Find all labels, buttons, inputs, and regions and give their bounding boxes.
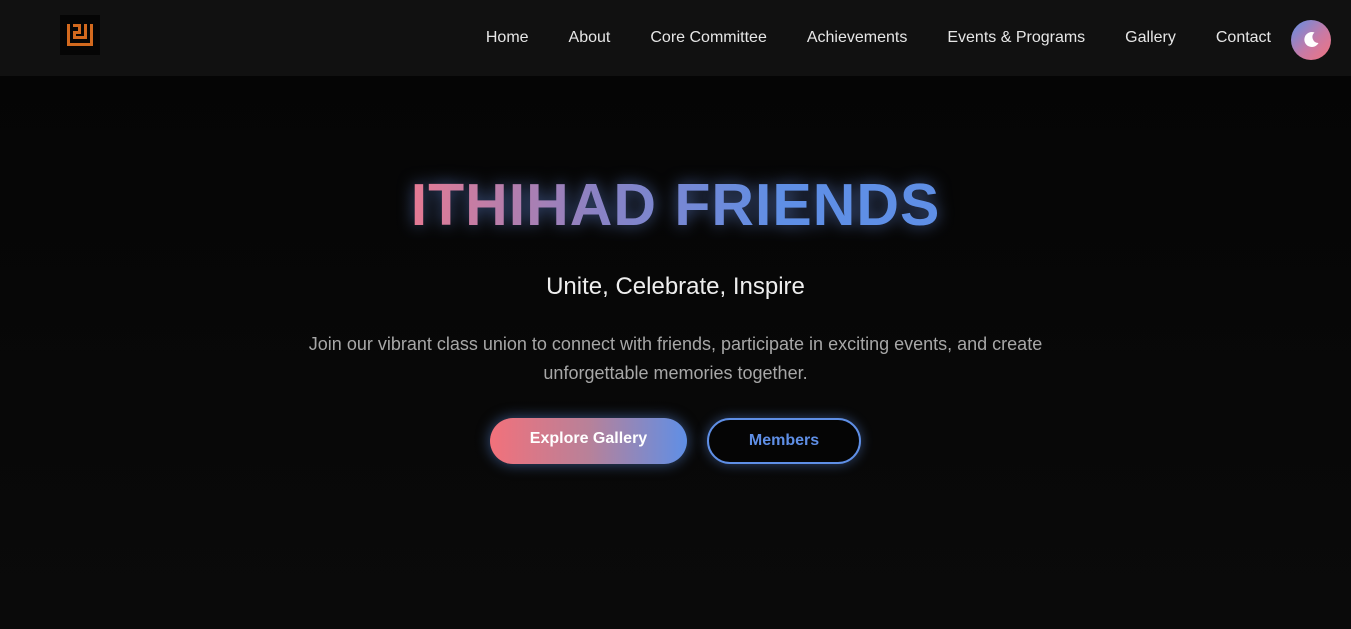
nav-item-about[interactable]: About — [569, 29, 611, 47]
logo[interactable] — [60, 15, 100, 55]
theme-toggle-button[interactable] — [1291, 20, 1331, 60]
nav-item-achievements[interactable]: Achievements — [807, 29, 908, 47]
nav-item-core-committee[interactable]: Core Committee — [650, 29, 766, 47]
hero-title-wrap: ITHIHAD FRIENDS — [0, 170, 1351, 240]
navbar: Home About Core Committee Achievements E… — [0, 0, 1351, 76]
nav-item-events-programs[interactable]: Events & Programs — [947, 29, 1085, 47]
nav-item-home[interactable]: Home — [486, 29, 529, 47]
nav-item-gallery[interactable]: Gallery — [1125, 29, 1176, 47]
hero-title: ITHIHAD FRIENDS — [410, 172, 941, 238]
nav-links: Home About Core Committee Achievements E… — [486, 0, 1271, 76]
hero-description: Join our vibrant class union to connect … — [308, 334, 1043, 383]
nav-item-contact[interactable]: Contact — [1216, 29, 1271, 47]
hero-button-row: Explore Gallery Members — [0, 418, 1351, 464]
members-button[interactable]: Members — [707, 418, 861, 464]
kufic-logo-icon — [67, 24, 93, 46]
explore-gallery-button[interactable]: Explore Gallery — [490, 418, 687, 464]
moon-icon — [1304, 32, 1319, 48]
hero-section: ITHIHAD FRIENDS Unite, Celebrate, Inspir… — [0, 76, 1351, 629]
hero-subtitle: Unite, Celebrate, Inspire — [546, 273, 805, 300]
